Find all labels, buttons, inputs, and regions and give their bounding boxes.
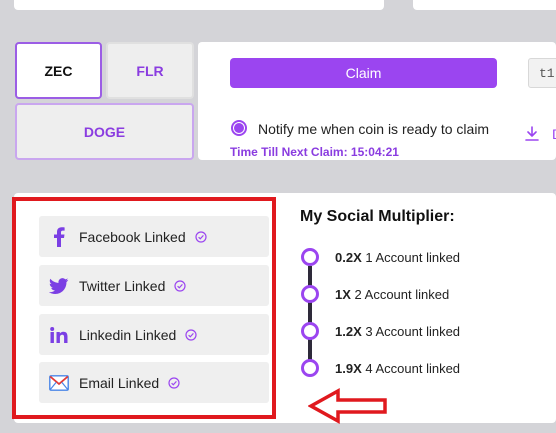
multiplier-value: 0.2X bbox=[335, 250, 362, 265]
multiplier-text: 4 Account linked bbox=[361, 361, 461, 376]
address-field[interactable]: t1L bbox=[528, 58, 556, 88]
top-card-left bbox=[14, 0, 384, 10]
multiplier-dot bbox=[301, 248, 319, 266]
coin-button-zec[interactable]: ZEC bbox=[15, 42, 102, 99]
multiplier-timeline bbox=[308, 266, 312, 366]
claim-button[interactable]: Claim bbox=[230, 58, 497, 88]
notify-label: Notify me when coin is ready to claim bbox=[258, 121, 490, 137]
multiplier-value: 1X bbox=[335, 287, 351, 302]
coin-button-doge[interactable]: DOGE bbox=[15, 103, 194, 160]
address-text: t1L bbox=[539, 65, 556, 81]
download-icon bbox=[525, 126, 539, 141]
multiplier-text: 1 Account linked bbox=[361, 250, 461, 265]
multiplier-dot bbox=[301, 285, 319, 303]
multiplier-row: 0.2X 1 Account linked bbox=[335, 250, 460, 265]
multiplier-title: My Social Multiplier: bbox=[300, 208, 455, 225]
coin-button-flr[interactable]: FLR bbox=[106, 42, 194, 99]
multiplier-text: 2 Account linked bbox=[350, 287, 450, 302]
multiplier-text: 3 Account linked bbox=[361, 324, 461, 339]
multiplier-row: 1.2X 3 Account linked bbox=[335, 324, 460, 339]
multiplier-value: 1.2X bbox=[335, 324, 362, 339]
multiplier-dot bbox=[301, 322, 319, 340]
notify-radio-dot bbox=[234, 123, 244, 133]
arrow-left-icon bbox=[308, 388, 387, 424]
highlight-box bbox=[12, 197, 276, 419]
notify-radio[interactable] bbox=[231, 120, 247, 136]
claim-timer: Time Till Next Claim: 15:04:21 bbox=[230, 145, 399, 159]
download-label: D bbox=[552, 126, 556, 142]
download-link[interactable]: D bbox=[525, 126, 556, 142]
multiplier-row: 1.9X 4 Account linked bbox=[335, 361, 460, 376]
top-card-right bbox=[413, 0, 556, 10]
multiplier-value: 1.9X bbox=[335, 361, 362, 376]
multiplier-dot bbox=[301, 359, 319, 377]
multiplier-row: 1X 2 Account linked bbox=[335, 287, 449, 302]
